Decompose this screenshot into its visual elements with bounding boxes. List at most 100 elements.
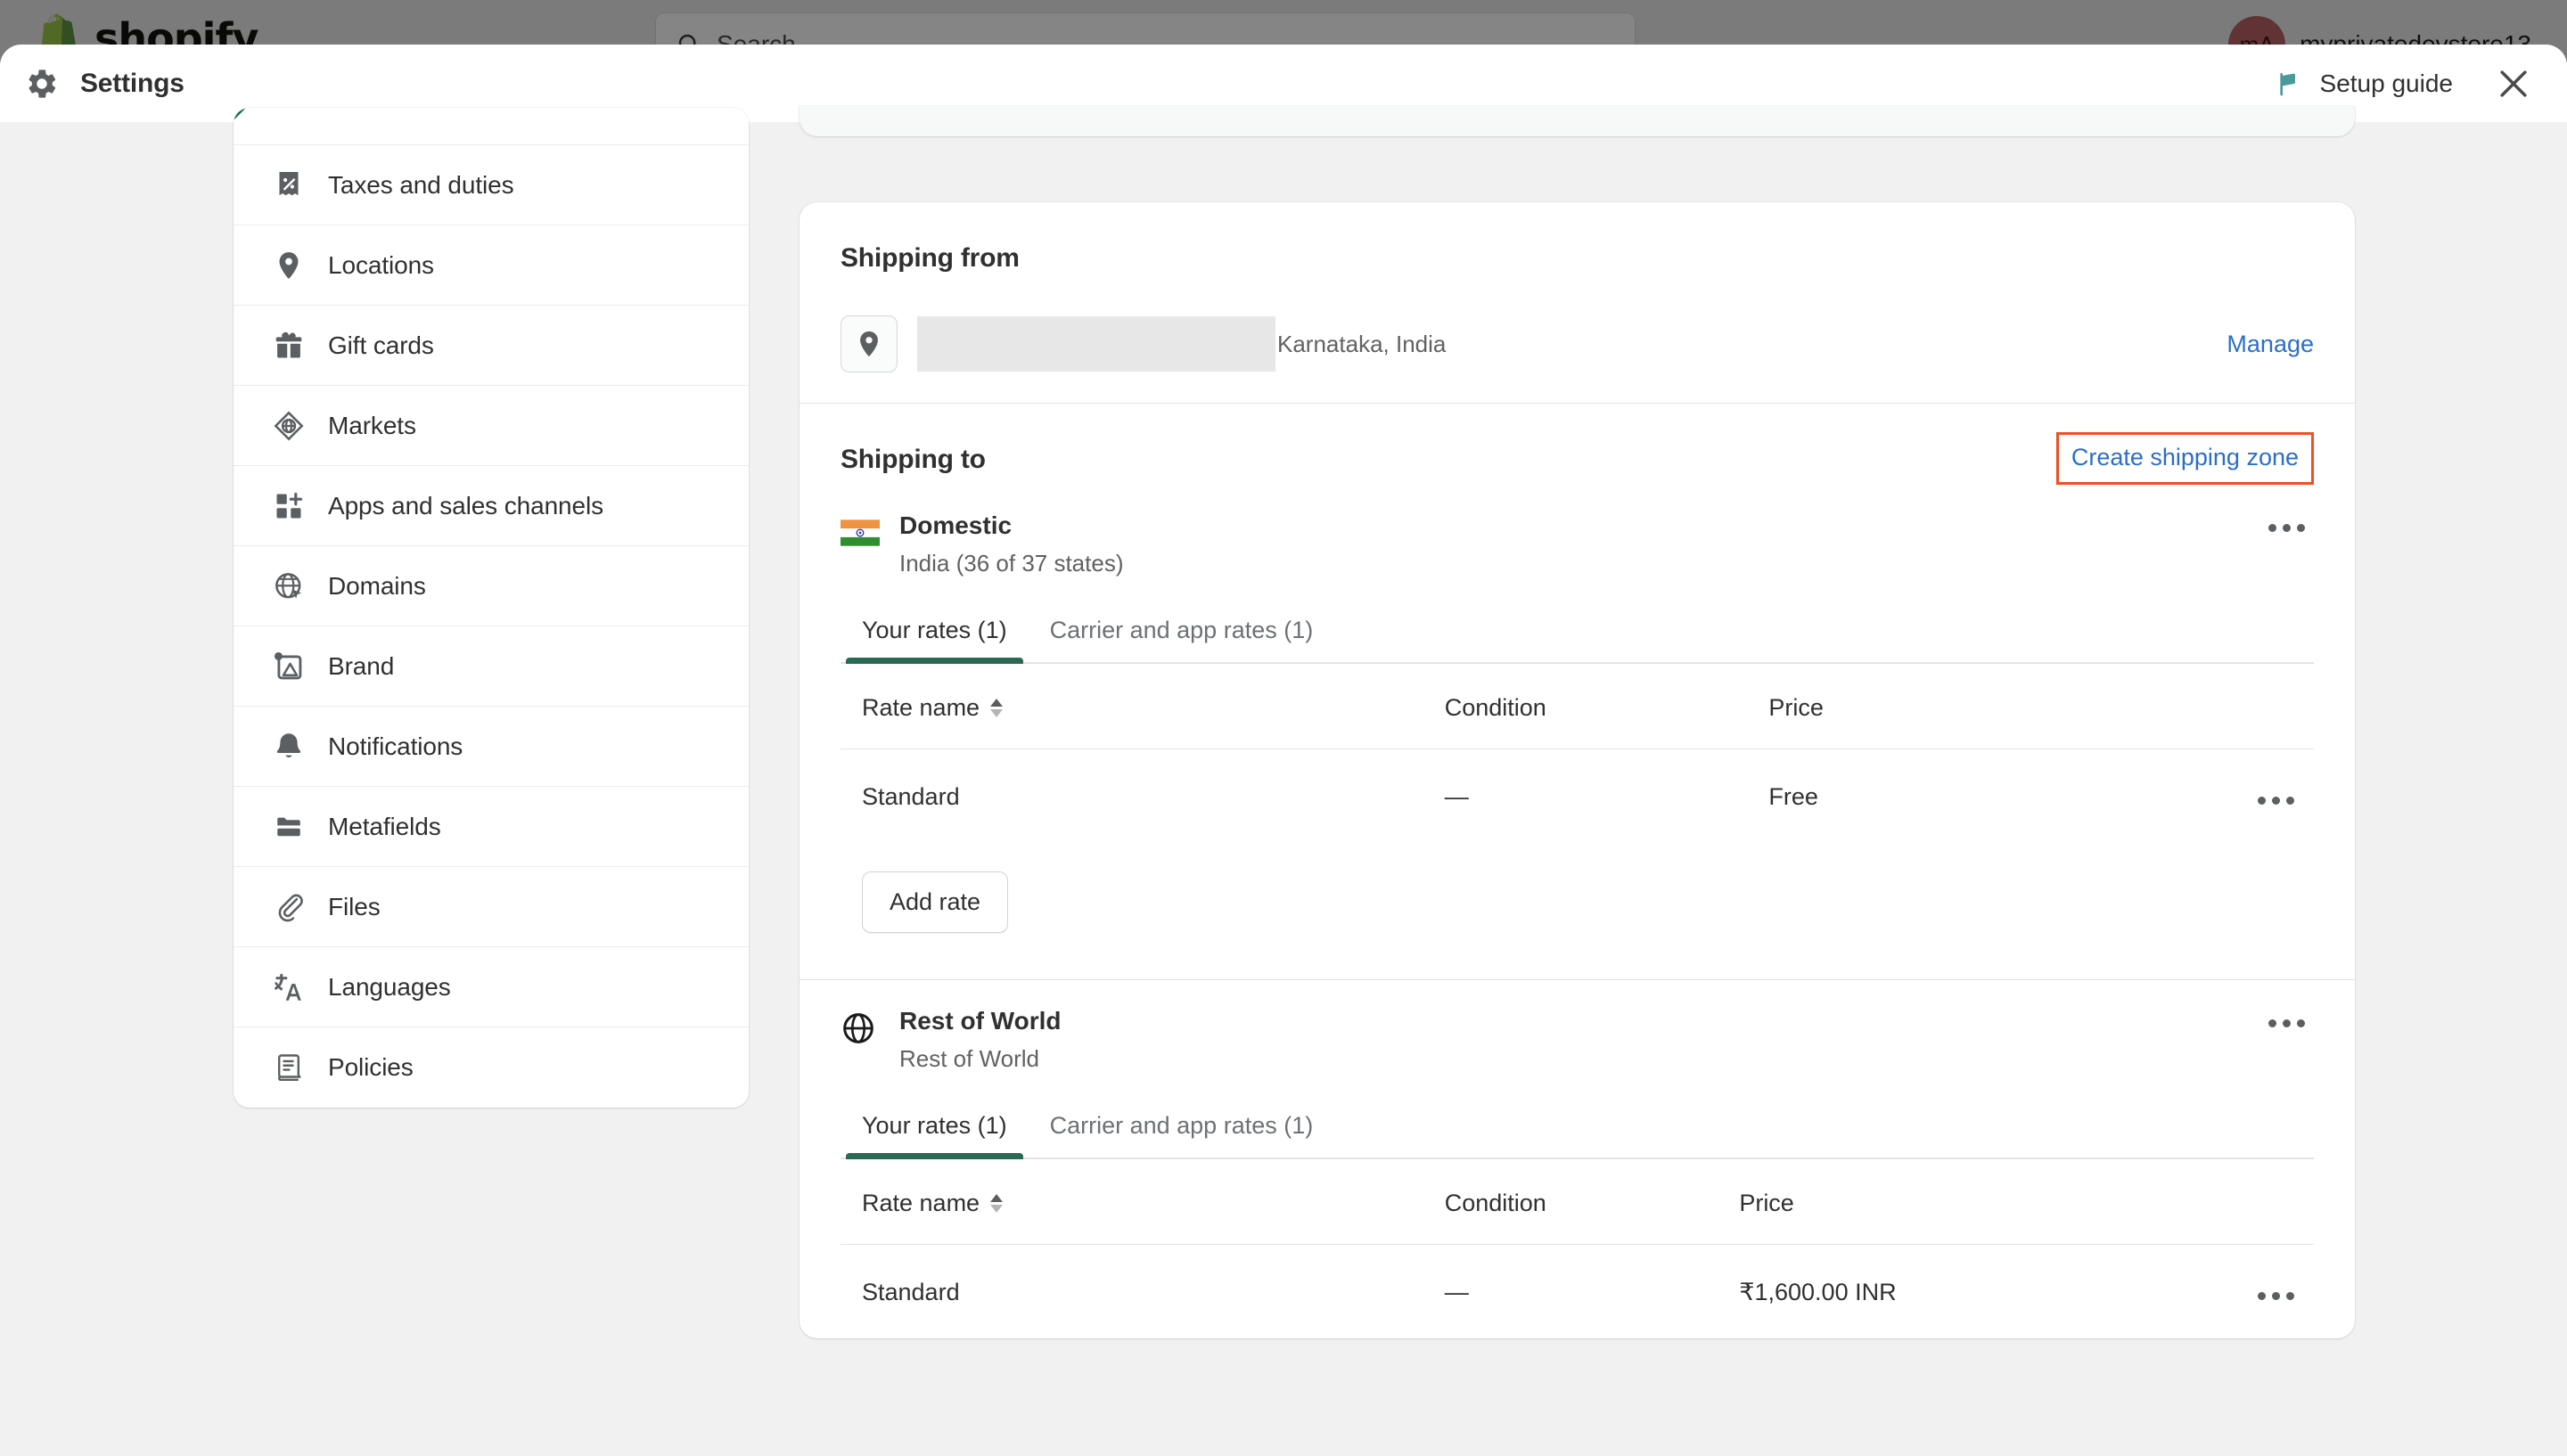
bell-icon: [276, 732, 301, 757]
table-row[interactable]: Standard — ₹1,600.00 INR: [841, 1245, 2314, 1339]
metafields-icon: [277, 817, 300, 836]
column-header-rate-name[interactable]: Rate name: [841, 1159, 1445, 1245]
zone-header: Domestic India (36 of 37 states): [841, 511, 2314, 577]
sidebar-item-notifications[interactable]: Notifications: [234, 707, 749, 787]
paperclip-icon: [278, 894, 303, 921]
zone-rate-tabs: Your rates (1) Carrier and app rates (1): [841, 617, 2314, 664]
sort-arrows-icon: [990, 1194, 1004, 1213]
previous-card-partial: [800, 106, 2355, 136]
table-row[interactable]: Standard — Free: [841, 749, 2314, 844]
cell-price: ₹1,600.00 INR: [1739, 1279, 1897, 1305]
sidebar-item-label: Brand: [328, 651, 395, 680]
sidebar-item-label: Languages: [328, 972, 451, 1001]
tab-carrier-and-app-rates[interactable]: Carrier and app rates (1): [1029, 1112, 1335, 1157]
translate-icon: [274, 973, 301, 1001]
sidebar-item-label: Policies: [328, 1053, 414, 1081]
rates-table: Rate name Condition Price: [841, 1159, 2314, 1338]
shipping-and-delivery-card: Shipping from Karnataka, India Manage Sh…: [800, 202, 2355, 1338]
sidebar-item-brand[interactable]: Brand: [234, 626, 749, 707]
origin-location-badge: [841, 315, 898, 372]
more-horizontal-icon: [2268, 524, 2305, 532]
column-header-rate-name-label: Rate name: [862, 1190, 980, 1216]
zone-subtitle: India (36 of 37 states): [899, 550, 1124, 577]
zone-name: Domestic: [899, 511, 1013, 539]
brand-image-icon: [274, 651, 302, 679]
shipping-to-header: Shipping to Create shipping zone: [800, 404, 2355, 485]
sidebar-item-label: Apps and sales channels: [328, 491, 604, 519]
active-indicator: [234, 108, 246, 120]
shipping-from-title: Shipping from: [841, 243, 1020, 273]
tab-your-rates[interactable]: Your rates (1): [841, 617, 1029, 664]
sidebar-item-gift-cards[interactable]: Gift cards: [234, 306, 749, 386]
gear-icon: [29, 69, 56, 98]
shipping-zone-domestic: Domestic India (36 of 37 states) Your ra…: [800, 511, 2355, 979]
sidebar-item-taxes-and-duties[interactable]: Taxes and duties: [234, 145, 749, 225]
sidebar-item-metafields[interactable]: Metafields: [234, 787, 749, 867]
column-header-actions: [2181, 1159, 2314, 1245]
gift-icon: [275, 331, 302, 357]
zone-text-block: Domestic India (36 of 37 states): [899, 511, 1123, 577]
create-shipping-zone-button[interactable]: Create shipping zone: [2055, 432, 2314, 485]
apps-plus-icon: [276, 492, 303, 518]
cell-rate-name: Standard: [862, 783, 960, 810]
zone-text-block: Rest of World Rest of World: [899, 1007, 1061, 1073]
close-icon: [2500, 70, 2527, 97]
close-button[interactable]: [2492, 62, 2535, 105]
zone-actions-menu[interactable]: [2259, 519, 2314, 537]
page-title: Settings: [80, 68, 185, 98]
sidebar-item-label: Metafields: [328, 812, 441, 840]
add-rate-button[interactable]: Add rate: [862, 871, 1009, 933]
tab-carrier-and-app-rates[interactable]: Carrier and app rates (1): [1029, 617, 1335, 662]
column-header-actions: [2181, 664, 2314, 749]
manage-link[interactable]: Manage: [2227, 331, 2314, 358]
markets-globe-icon: [274, 410, 304, 441]
column-header-condition: Condition: [1444, 664, 1769, 749]
setup-guide-label: Setup guide: [2319, 69, 2453, 97]
setup-guide-button[interactable]: Setup guide: [2276, 70, 2453, 98]
sidebar-item-locations[interactable]: Locations: [234, 225, 749, 306]
tab-your-rates[interactable]: Your rates (1): [841, 1112, 1029, 1159]
sidebar-item-label: Locations: [328, 250, 434, 279]
sidebar-item-languages[interactable]: Languages: [234, 947, 749, 1027]
sidebar-item-partial-top[interactable]: [234, 108, 749, 145]
column-header-price: Price: [1739, 1159, 2182, 1245]
sidebar-item-files[interactable]: Files: [234, 867, 749, 947]
column-header-price: Price: [1768, 664, 2182, 749]
sidebar-item-markets[interactable]: Markets: [234, 386, 749, 466]
sidebar-item-label: Gift cards: [328, 331, 434, 359]
receipt-percent-icon: [279, 171, 299, 195]
sidebar-item-policies[interactable]: Policies: [234, 1027, 749, 1108]
settings-modal-body: Taxes and duties Locations Gift cards Ma…: [0, 106, 2567, 1456]
create-shipping-zone-label: Create shipping zone: [2071, 444, 2299, 470]
sidebar-item-label: Markets: [328, 411, 416, 439]
shipping-zone-rest-of-world: Rest of World Rest of World Your rates (…: [800, 1007, 2355, 1338]
origin-address-redacted: [917, 316, 1275, 372]
column-header-condition: Condition: [1444, 1159, 1740, 1245]
more-horizontal-icon: [2258, 1292, 2294, 1300]
sidebar-item-label: Files: [328, 892, 381, 920]
location-pin-icon: [860, 331, 878, 356]
cell-price: Free: [1768, 783, 1818, 810]
domain-globe-icon: [275, 572, 302, 599]
shipping-from-section: Shipping from Karnataka, India Manage: [800, 202, 2355, 404]
settings-main-content: Shipping from Karnataka, India Manage Sh…: [800, 106, 2355, 1338]
location-pin-icon: [279, 251, 299, 279]
column-header-rate-name[interactable]: Rate name: [841, 664, 1445, 749]
cell-actions[interactable]: [2181, 1245, 2314, 1339]
zone-rate-tabs: Your rates (1) Carrier and app rates (1): [841, 1112, 2314, 1159]
shipping-origin-row: Karnataka, India Manage: [841, 315, 2314, 372]
sidebar-item-apps-and-sales-channels[interactable]: Apps and sales channels: [234, 466, 749, 546]
rates-table: Rate name Condition Price: [841, 664, 2314, 843]
zone-name: Rest of World: [899, 1007, 1062, 1035]
cell-rate-name: Standard: [862, 1279, 960, 1305]
sidebar-item-label: Domains: [328, 571, 426, 600]
sidebar-item-label: Notifications: [328, 732, 463, 760]
zone-actions-menu[interactable]: [2259, 1014, 2314, 1033]
zone-subtitle: Rest of World: [899, 1045, 1040, 1072]
origin-region-label: Karnataka, India: [1277, 330, 1447, 357]
settings-modal: Settings Setup guide Taxes and duties Lo…: [0, 45, 2567, 1456]
sidebar-item-domains[interactable]: Domains: [234, 546, 749, 626]
zone-divider: [800, 979, 2355, 980]
policy-scroll-icon: [278, 1054, 301, 1081]
cell-actions[interactable]: [2181, 749, 2314, 844]
